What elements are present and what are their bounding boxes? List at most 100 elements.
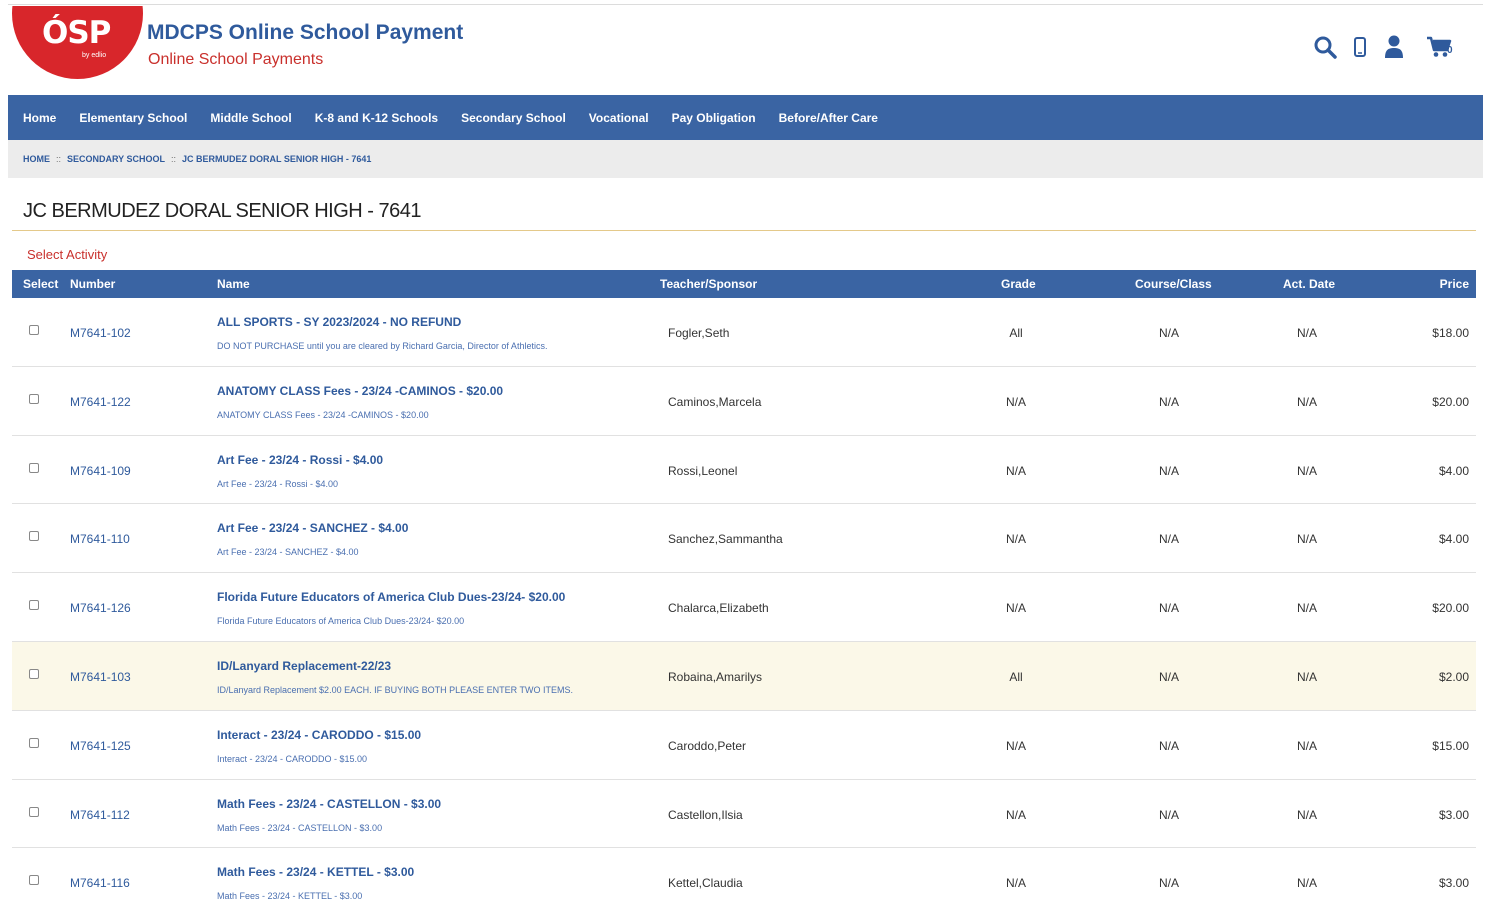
select-checkbox[interactable]	[29, 393, 39, 404]
breadcrumb: HOME :: SECONDARY SCHOOL :: JC BERMUDEZ …	[8, 140, 1483, 178]
act-date: N/A	[1296, 532, 1317, 547]
table-row[interactable]: M7641-116 Math Fees - 23/24 - KETTEL - $3…	[12, 848, 1476, 911]
breadcrumb-separator: ::	[56, 154, 62, 164]
act-date: N/A	[1296, 807, 1317, 822]
activity-name-link[interactable]: Florida Future Educators of America Club…	[217, 590, 565, 604]
activity-description: Math Fees - 23/24 - CASTELLON - $3.00	[217, 822, 383, 833]
activity-number: M7641-112	[70, 807, 130, 822]
course-class: N/A	[1158, 394, 1179, 409]
grade: All	[1009, 326, 1023, 340]
table-row[interactable]: M7641-122 ANATOMY CLASS Fees - 23/24 -CAM…	[12, 367, 1476, 436]
nav-item-k8-k12-schools[interactable]: K-8 and K-12 Schools	[315, 111, 438, 125]
price: $3.00	[1438, 807, 1469, 822]
select-checkbox[interactable]	[29, 875, 39, 886]
header-name: Name	[217, 277, 250, 291]
table-row[interactable]: M7641-125 Interact - 23/24 - CARODDO - $1…	[12, 711, 1476, 780]
user-icon[interactable]	[1384, 34, 1404, 60]
nav-item-secondary-school[interactable]: Secondary School	[461, 111, 566, 125]
site-header: ÓSP by edlio MDCPS Online School Payment…	[0, 0, 1499, 95]
teacher-sponsor: Castellon,Ilsia	[668, 807, 743, 822]
header-price: Price	[1439, 277, 1469, 291]
breadcrumb-secondary-school[interactable]: SECONDARY SCHOOL	[67, 154, 165, 164]
activity-number: M7641-126	[70, 601, 131, 616]
site-title[interactable]: MDCPS Online School Payment	[147, 22, 463, 43]
grade: N/A	[1005, 532, 1026, 547]
price: $4.00	[1438, 532, 1469, 547]
nav-item-elementary-school[interactable]: Elementary School	[79, 111, 187, 125]
teacher-sponsor: Rossi,Leonel	[668, 463, 738, 478]
activity-name-link[interactable]: ANATOMY CLASS Fees - 23/24 -CAMINOS - $2…	[217, 384, 503, 398]
activity-description: ID/Lanyard Replacement $2.00 EACH. IF BU…	[217, 684, 573, 695]
course-class: N/A	[1158, 738, 1179, 753]
activity-name-link[interactable]: Art Fee - 23/24 - Rossi - $4.00	[217, 453, 383, 467]
header-select: Select	[23, 277, 59, 291]
activity-name-link[interactable]: Interact - 23/24 - CARODDO - $15.00	[217, 728, 421, 742]
activity-name-link[interactable]: ALL SPORTS - SY 2023/2024 - NO REFUND	[217, 315, 461, 329]
breadcrumb-home[interactable]: HOME	[23, 154, 50, 164]
activity-name-link[interactable]: ID/Lanyard Replacement-22/23	[217, 659, 391, 673]
nav-item-pay-obligation[interactable]: Pay Obligation	[672, 111, 756, 125]
table-row[interactable]: M7641-102 ALL SPORTS - SY 2023/2024 - NO …	[12, 298, 1476, 367]
act-date: N/A	[1296, 326, 1317, 340]
cart-count-badge: 0	[1447, 45, 1453, 56]
table-row[interactable]: M7641-126 Florida Future Educators of Ame…	[12, 573, 1476, 642]
breadcrumb-separator: ::	[171, 154, 177, 164]
nav-item-vocational[interactable]: Vocational	[589, 111, 649, 125]
grade: N/A	[1005, 601, 1026, 616]
table-row[interactable]: M7641-110 Art Fee - 23/24 - SANCHEZ - $4.…	[12, 504, 1476, 574]
activity-description: Art Fee - 23/24 - SANCHEZ - $4.00	[217, 547, 359, 558]
header-grade: Grade	[1001, 277, 1036, 291]
activity-number: M7641-110	[70, 532, 130, 547]
teacher-sponsor: Robaina,Amarilys	[668, 669, 763, 684]
activity-table: Select Number Name Teacher/Sponsor Grade…	[12, 270, 1476, 911]
select-checkbox[interactable]	[29, 668, 39, 679]
select-checkbox[interactable]	[29, 737, 39, 748]
grade: N/A	[1005, 738, 1026, 753]
table-header: Select Number Name Teacher/Sponsor Grade…	[12, 270, 1476, 298]
course-class: N/A	[1158, 326, 1179, 340]
header-number: Number	[70, 277, 116, 291]
grade: N/A	[1005, 463, 1026, 478]
activity-number: M7641-102	[70, 326, 131, 340]
select-activity-label: Select Activity	[27, 247, 108, 262]
table-body: M7641-102 ALL SPORTS - SY 2023/2024 - NO …	[12, 298, 1476, 911]
price: $15.00	[1432, 738, 1469, 753]
select-checkbox[interactable]	[29, 325, 39, 335]
activity-description: DO NOT PURCHASE until you are cleared by…	[217, 341, 548, 351]
course-class: N/A	[1158, 601, 1179, 616]
teacher-sponsor: Caroddo,Peter	[668, 738, 747, 753]
page-title: JC BERMUDEZ DORAL SENIOR HIGH - 7641	[23, 200, 422, 222]
grade: N/A	[1005, 876, 1026, 891]
select-checkbox[interactable]	[29, 806, 39, 817]
price: $2.00	[1438, 669, 1469, 684]
course-class: N/A	[1158, 876, 1179, 891]
select-checkbox[interactable]	[29, 600, 39, 611]
table-row[interactable]: M7641-112 Math Fees - 23/24 - CASTELLON -…	[12, 780, 1476, 849]
nav-item-middle-school[interactable]: Middle School	[210, 111, 291, 125]
grade: N/A	[1005, 807, 1026, 822]
breadcrumb-current-school[interactable]: JC BERMUDEZ DORAL SENIOR HIGH - 7641	[182, 154, 371, 164]
activity-name-link[interactable]: Art Fee - 23/24 - SANCHEZ - $4.00	[217, 521, 408, 535]
activity-name-link[interactable]: Math Fees - 23/24 - KETTEL - $3.00	[217, 865, 414, 879]
site-subtitle: Online School Payments	[148, 51, 324, 68]
activity-name-link[interactable]: Math Fees - 23/24 - CASTELLON - $3.00	[217, 797, 441, 811]
nav-item-before-after-care[interactable]: Before/After Care	[779, 111, 878, 125]
osp-logo[interactable]: ÓSP by edlio	[12, 6, 143, 80]
price: $4.00	[1438, 463, 1469, 478]
activity-number: M7641-103	[70, 669, 131, 684]
table-row[interactable]: M7641-103 ID/Lanyard Replacement-22/23 ID/…	[12, 641, 1476, 711]
price: $18.00	[1432, 326, 1469, 340]
phone-icon[interactable]	[1353, 34, 1367, 60]
teacher-sponsor: Kettel,Claudia	[668, 876, 743, 891]
activity-description: Florida Future Educators of America Club…	[217, 616, 465, 627]
nav-item-home[interactable]: Home	[23, 111, 56, 125]
search-icon[interactable]	[1313, 34, 1337, 60]
select-checkbox[interactable]	[29, 462, 39, 473]
select-checkbox[interactable]	[29, 531, 39, 542]
logo-text: ÓSP	[42, 15, 111, 51]
course-class: N/A	[1158, 669, 1179, 684]
main-nav: Home Elementary School Middle School K-8…	[8, 95, 1483, 140]
header-teacher-sponsor: Teacher/Sponsor	[660, 277, 758, 291]
table-row[interactable]: M7641-109 Art Fee - 23/24 - Rossi - $4.00…	[12, 436, 1476, 505]
price: $3.00	[1438, 876, 1469, 891]
